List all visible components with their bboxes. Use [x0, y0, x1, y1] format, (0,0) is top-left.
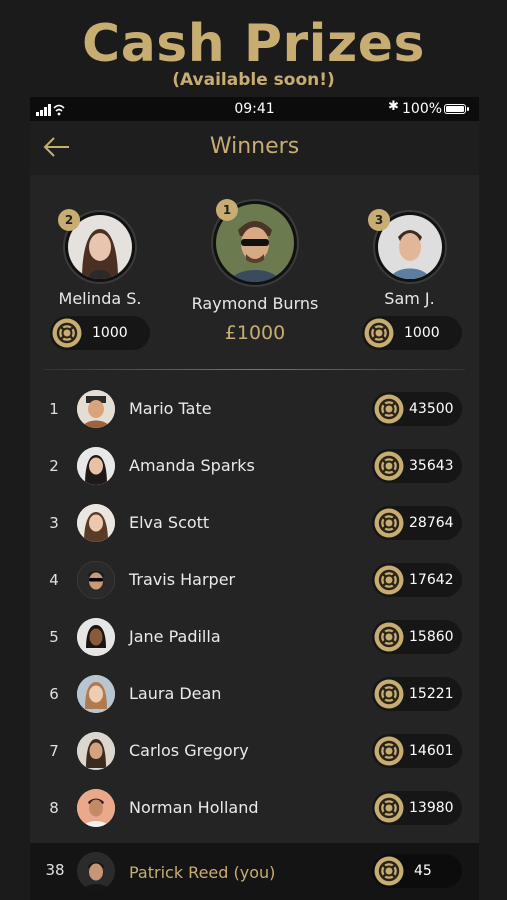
- leaderboard-row[interactable]: 7 Carlos Gregory 14601: [30, 727, 479, 777]
- promo-banner: Cash Prizes (Available soon!): [0, 0, 507, 97]
- row-score: 17642: [409, 572, 454, 588]
- coin-amount: 1000: [92, 325, 128, 341]
- row-rank: 38: [45, 861, 65, 879]
- podium-first[interactable]: 1 Raymond Burns £1000: [180, 175, 330, 375]
- nav-bar: Winners: [30, 121, 479, 175]
- avatar: [77, 852, 115, 890]
- score-pill: 28764: [372, 506, 462, 540]
- coin-icon: [374, 622, 404, 652]
- row-rank: 3: [49, 514, 59, 532]
- avatar: [77, 789, 115, 827]
- row-rank: 5: [49, 628, 59, 646]
- row-name: Amanda Sparks: [129, 456, 255, 475]
- score-pill: 43500: [372, 392, 462, 426]
- coin-icon: [52, 318, 82, 348]
- row-name: Elva Scott: [129, 513, 210, 532]
- row-name: Carlos Gregory: [129, 741, 249, 760]
- coin-icon: [374, 451, 404, 481]
- avatar: [77, 732, 115, 770]
- podium-third[interactable]: 3 Sam J. 1000: [340, 175, 479, 375]
- coin-icon: [364, 318, 394, 348]
- rank-badge: 3: [368, 209, 390, 231]
- leaderboard-row[interactable]: 6 Laura Dean 15221: [30, 670, 479, 720]
- leaderboard-row[interactable]: 5 Jane Padilla 15860: [30, 613, 479, 663]
- avatar: [77, 561, 115, 599]
- leaderboard-row[interactable]: 4 Travis Harper 17642: [30, 556, 479, 606]
- score-pill: 15221: [372, 677, 462, 711]
- status-bar: 09:41 ✱ 100%: [30, 97, 479, 121]
- rank-badge: 1: [216, 199, 238, 221]
- podium-second[interactable]: 2 Melinda S. 1000: [30, 175, 170, 375]
- leaderboard-row[interactable]: 8 Norman Holland 13980: [30, 784, 479, 834]
- leaderboard-row[interactable]: 3 Elva Scott 28764: [30, 499, 479, 549]
- coin-icon: [374, 565, 404, 595]
- row-score: 28764: [409, 515, 454, 531]
- coin-icon: [374, 856, 404, 886]
- promo-title: Cash Prizes: [82, 14, 425, 74]
- podium: 2 Melinda S. 1000 1 Raymond Burns £1000 …: [30, 175, 479, 375]
- row-name: Norman Holland: [129, 798, 259, 817]
- coin-icon: [374, 736, 404, 766]
- avatar: [77, 504, 115, 542]
- battery-icon: [444, 104, 466, 114]
- row-name: Patrick Reed (you): [129, 863, 276, 882]
- row-name: Laura Dean: [129, 684, 222, 703]
- row-name: Jane Padilla: [129, 627, 221, 646]
- row-rank: 1: [49, 400, 59, 418]
- row-rank: 8: [49, 799, 59, 817]
- bluetooth-icon: ✱: [388, 99, 399, 114]
- promo-subtitle: (Available soon!): [172, 70, 335, 90]
- row-rank: 6: [49, 685, 59, 703]
- row-score: 45: [414, 863, 432, 879]
- current-user-row[interactable]: 38 Patrick Reed (you) 45: [30, 843, 479, 900]
- row-score: 13980: [409, 800, 454, 816]
- coin-icon: [374, 679, 404, 709]
- cash-prize: £1000: [224, 322, 286, 344]
- divider: [44, 369, 465, 370]
- battery-percent: 100%: [402, 101, 443, 117]
- row-score: 15860: [409, 629, 454, 645]
- row-score: 15221: [409, 686, 454, 702]
- podium-name: Raymond Burns: [191, 294, 319, 313]
- row-name: Mario Tate: [129, 399, 212, 418]
- avatar: [77, 675, 115, 713]
- row-score: 43500: [409, 401, 454, 417]
- rank-badge: 2: [58, 209, 80, 231]
- coin-pill: 1000: [50, 316, 150, 350]
- row-rank: 7: [49, 742, 59, 760]
- score-pill: 45: [372, 854, 462, 888]
- row-rank: 2: [49, 457, 59, 475]
- row-score: 14601: [409, 743, 454, 759]
- score-pill: 15860: [372, 620, 462, 654]
- leaderboard-row[interactable]: 2 Amanda Sparks 35643: [30, 442, 479, 492]
- page-title: Winners: [209, 134, 300, 159]
- avatar: [77, 618, 115, 656]
- podium-name: Melinda S.: [58, 289, 142, 308]
- score-pill: 17642: [372, 563, 462, 597]
- podium-name: Sam J.: [384, 289, 435, 308]
- coin-icon: [374, 508, 404, 538]
- phone-screen: 09:41 ✱ 100% Winners 2 Melinda S. 1000 1…: [30, 97, 479, 900]
- score-pill: 13980: [372, 791, 462, 825]
- row-rank: 4: [49, 571, 59, 589]
- avatar: [77, 447, 115, 485]
- score-pill: 35643: [372, 449, 462, 483]
- row-score: 35643: [409, 458, 454, 474]
- leaderboard-row[interactable]: 1 Mario Tate 43500: [30, 385, 479, 435]
- avatar: [77, 390, 115, 428]
- coin-amount: 1000: [404, 325, 440, 341]
- coin-icon: [374, 793, 404, 823]
- score-pill: 14601: [372, 734, 462, 768]
- coin-icon: [374, 394, 404, 424]
- coin-pill: 1000: [362, 316, 462, 350]
- row-name: Travis Harper: [129, 570, 236, 589]
